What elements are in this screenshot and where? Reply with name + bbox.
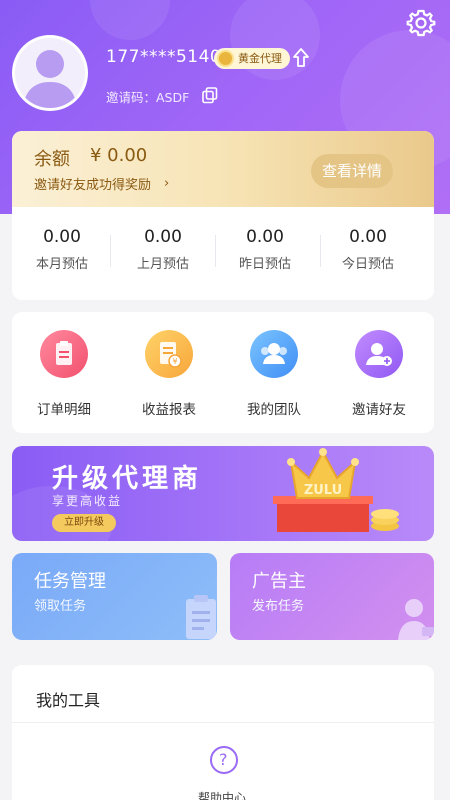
settings-gear-icon[interactable]	[406, 8, 436, 38]
upgrade-arrow-icon[interactable]	[291, 47, 311, 69]
banner-title: 升级代理商	[52, 464, 203, 494]
invite-code: 邀请码：ASDF	[106, 90, 190, 105]
level-badge-label: 黄金代理	[238, 52, 282, 65]
stat-last-month: 0.00 上月预估	[113, 227, 213, 272]
invite-friend-icon	[355, 330, 403, 378]
quick-menu: 订单明细 ¥ 收益报表 我的团队 邀请好友	[12, 312, 434, 433]
my-tools-card: 我的工具 ? 帮助中心	[12, 665, 434, 800]
task-management-card[interactable]: 任务管理 领取任务	[12, 553, 217, 640]
default-avatar-icon	[23, 50, 77, 108]
menu-label: 我的团队	[247, 402, 301, 418]
stat-label: 昨日预估	[238, 257, 291, 272]
team-icon	[250, 330, 298, 378]
advertiser-person-icon	[398, 599, 434, 640]
copy-icon[interactable]	[202, 87, 218, 104]
divider	[12, 722, 434, 723]
report-icon: ¥	[145, 330, 193, 378]
advertiser-card[interactable]: 广告主 发布任务	[230, 553, 434, 640]
stat-value: 0.00	[43, 227, 81, 247]
order-icon	[40, 330, 88, 378]
clipboard-icon	[186, 595, 216, 639]
task-card-subtitle: 领取任务	[34, 599, 87, 614]
stat-this-month: 0.00 本月预估	[12, 227, 112, 272]
balance-amount: ¥ 0.00	[90, 145, 148, 166]
menu-label: 邀请好友	[352, 402, 406, 418]
menu-label: 收益报表	[142, 402, 196, 418]
svg-text:¥: ¥	[172, 357, 177, 366]
task-card-title: 任务管理	[34, 571, 106, 592]
menu-item-invite-friends[interactable]: 邀请好友	[334, 330, 424, 418]
stat-today: 0.00 今日预估	[318, 227, 418, 272]
balance-card: 余额 ¥ 0.00 邀请好友成功得奖励 › 查看详情 0.00 本月预估 0.0…	[12, 131, 434, 300]
help-center-label[interactable]: 帮助中心	[198, 789, 246, 800]
level-badge[interactable]: 黄金代理	[214, 48, 290, 69]
upgrade-now-button[interactable]: 立即升级	[52, 514, 116, 532]
menu-label: 订单明细	[37, 402, 91, 418]
stat-value: 0.00	[246, 227, 284, 247]
stat-divider	[110, 235, 111, 267]
stat-yesterday: 0.00 昨日预估	[215, 227, 315, 272]
invite-reward-link[interactable]: 邀请好友成功得奖励	[34, 174, 151, 193]
balance-label: 余额	[34, 149, 70, 170]
task-card-title: 广告主	[252, 571, 306, 592]
task-card-subtitle: 发布任务	[252, 599, 305, 614]
avatar[interactable]	[12, 35, 88, 111]
upgrade-agent-banner[interactable]: 升级代理商 享更高收益 立即升级 ZULU	[12, 446, 434, 541]
crown-coin-icon	[217, 50, 234, 67]
stat-label: 本月预估	[35, 257, 88, 272]
menu-item-my-team[interactable]: 我的团队	[229, 330, 319, 418]
menu-item-income-report[interactable]: ¥ 收益报表	[124, 330, 214, 418]
help-icon[interactable]: ?	[210, 746, 238, 774]
stat-value: 0.00	[144, 227, 182, 247]
menu-item-orders[interactable]: 订单明细	[19, 330, 109, 418]
chevron-right-icon: ›	[164, 176, 170, 191]
stat-label: 今日预估	[341, 257, 394, 272]
crown-icon: ZULU	[273, 448, 399, 532]
banner-subtitle: 享更高收益	[52, 494, 123, 508]
stat-value: 0.00	[349, 227, 387, 247]
tools-title: 我的工具	[36, 691, 101, 710]
crown-logo-text: ZULU	[304, 483, 342, 498]
stat-label: 上月预估	[136, 257, 189, 272]
decor-bubble	[90, 0, 170, 40]
view-details-button[interactable]: 查看详情	[311, 154, 393, 188]
phone-number: 177****5140	[106, 47, 222, 67]
balance-section: 余额 ¥ 0.00 邀请好友成功得奖励 › 查看详情	[12, 131, 434, 207]
